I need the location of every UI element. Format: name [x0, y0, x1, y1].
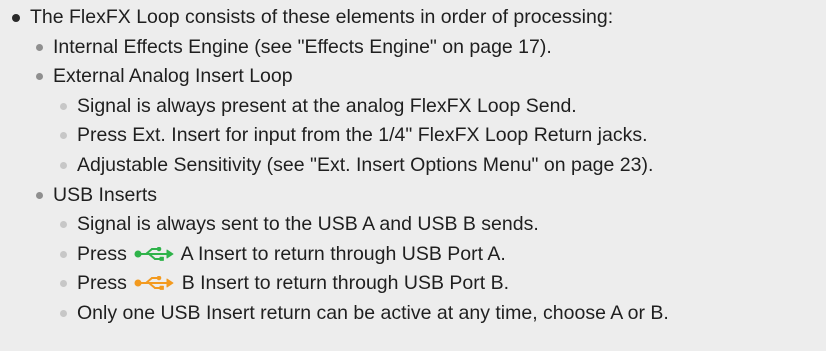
document-page: The FlexFX Loop consists of these elemen… — [0, 0, 826, 351]
external-loop-heading: External Analog Insert Loop — [53, 65, 293, 88]
list-item-internal-engine: Internal Effects Engine (see "Effects En… — [0, 33, 826, 63]
list-item-usb-3: Press B Insert to return through USB Por… — [0, 269, 826, 299]
list-item-external-1: Signal is always present at the analog F… — [0, 92, 826, 122]
bullet-dot — [36, 43, 43, 51]
bullet-dot — [60, 161, 67, 169]
press-word: Press — [77, 242, 127, 265]
usb-press-b-text: Press B Insert to return through USB Por… — [77, 269, 509, 299]
internal-engine-text: Internal Effects Engine (see "Effects En… — [53, 35, 552, 58]
bullet-dot — [12, 14, 20, 22]
list-item-external-2: Press Ext. Insert for input from the 1/4… — [0, 121, 826, 151]
bullet-dot — [36, 191, 43, 199]
usb-press-a-text: Press A Insert to return through USB Por… — [77, 240, 506, 270]
list-item-usb-2: Press A Insert to return through USB Por… — [0, 240, 826, 270]
bullet-dot — [36, 73, 43, 81]
press-a-insert-text: A Insert to return through USB Port A. — [180, 242, 506, 265]
list-item-external-loop: External Analog Insert Loop — [0, 62, 826, 92]
list-item-intro: The FlexFX Loop consists of these elemen… — [0, 3, 826, 33]
bullet-dot — [60, 250, 67, 258]
press-word: Press — [77, 272, 127, 295]
usb-inserts-heading: USB Inserts — [53, 183, 158, 206]
bullet-dot — [60, 102, 67, 110]
external-loop-item: Press Ext. Insert for input from the 1/4… — [77, 124, 648, 147]
intro-text: The FlexFX Loop consists of these elemen… — [30, 6, 614, 28]
bullet-dot — [60, 309, 67, 317]
list-item-usb-1: Signal is always sent to the USB A and U… — [0, 210, 826, 240]
bullet-dot — [60, 221, 67, 229]
bullet-dot — [60, 132, 67, 140]
usb-only-one-text: Only one USB Insert return can be active… — [77, 301, 669, 324]
list-item-usb-inserts: USB Inserts — [0, 181, 826, 211]
external-loop-item: Adjustable Sensitivity (see "Ext. Insert… — [77, 153, 654, 176]
usb-always-sent-text: Signal is always sent to the USB A and U… — [77, 213, 539, 236]
external-loop-item: Signal is always present at the analog F… — [77, 94, 577, 117]
bullet-dot — [60, 280, 67, 288]
press-b-insert-text: B Insert to return through USB Port B. — [181, 272, 510, 295]
list-item-usb-4: Only one USB Insert return can be active… — [0, 299, 826, 329]
list-item-external-3: Adjustable Sensitivity (see "Ext. Insert… — [0, 151, 826, 181]
usb-b-icon — [134, 276, 174, 291]
usb-a-icon — [134, 246, 174, 261]
